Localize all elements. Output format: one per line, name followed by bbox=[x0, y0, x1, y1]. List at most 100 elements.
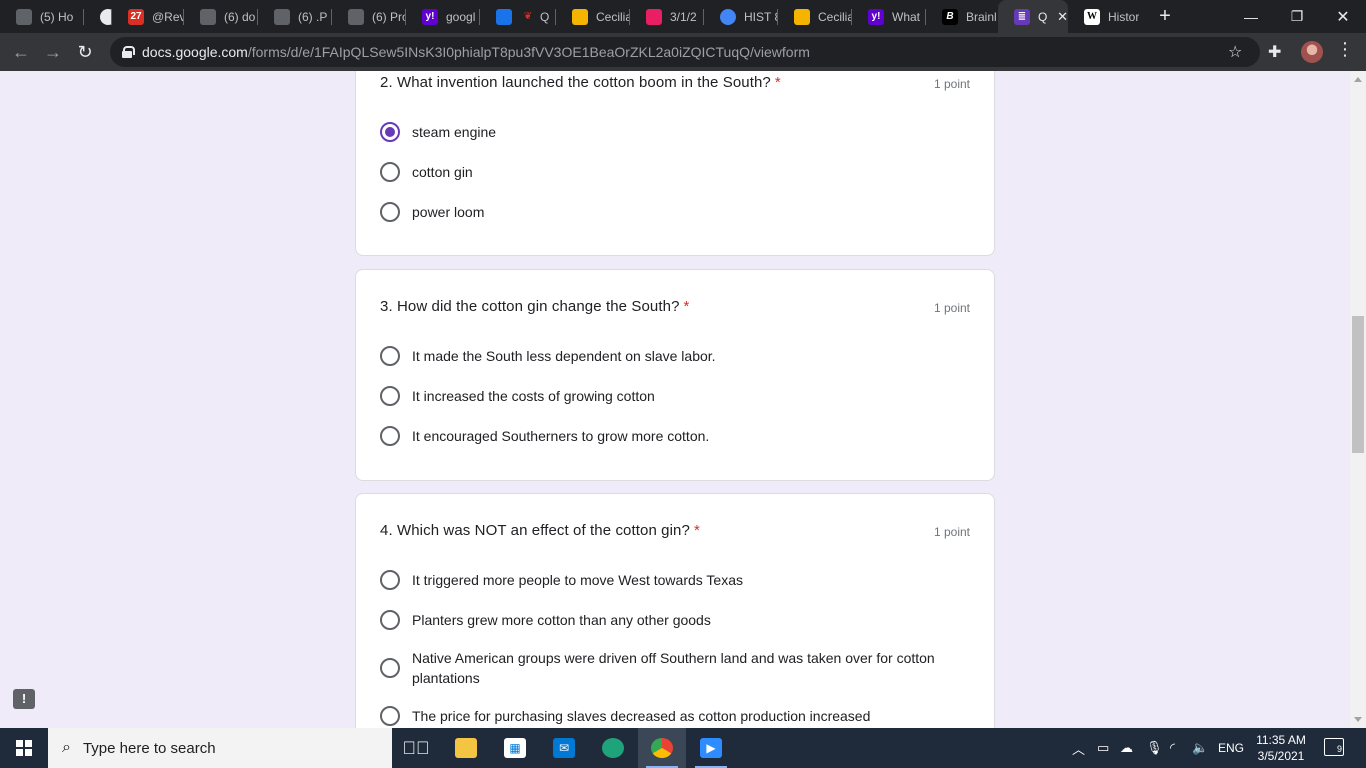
tab-15[interactable]: W Histor bbox=[1068, 0, 1144, 33]
close-icon[interactable]: ✕ bbox=[1057, 9, 1068, 25]
start-button[interactable] bbox=[0, 728, 48, 768]
extensions-puzzle-icon[interactable]: ✚ bbox=[1268, 42, 1281, 62]
doc-icon bbox=[348, 8, 364, 25]
radio-option[interactable]: steam engine bbox=[380, 122, 972, 142]
tab-7[interactable]: ❦ Q bbox=[480, 0, 556, 33]
radio-option[interactable]: Planters grew more cotton than any other… bbox=[380, 610, 972, 630]
radio-button[interactable] bbox=[380, 570, 400, 590]
user-icon bbox=[646, 8, 662, 25]
scrollbar-thumb[interactable] bbox=[1352, 316, 1364, 453]
mail-icon[interactable]: ✉ bbox=[540, 728, 588, 768]
radio-button[interactable] bbox=[380, 162, 400, 182]
url-host: docs.google.com bbox=[142, 44, 248, 60]
doc-icon bbox=[200, 8, 216, 25]
tab-12[interactable]: y! What bbox=[852, 0, 926, 33]
tab-title: Cecilia bbox=[596, 9, 630, 24]
tab-11[interactable]: Cecilia bbox=[778, 0, 852, 33]
question-title: 3. How did the cotton gin change the Sou… bbox=[380, 298, 689, 315]
close-window-icon[interactable]: ✕ bbox=[1320, 0, 1366, 33]
kebab-menu-icon[interactable]: ⋮ bbox=[1336, 39, 1354, 60]
forms-icon: ≣ bbox=[1014, 8, 1030, 25]
zoom-icon[interactable]: ▶ bbox=[687, 728, 735, 768]
slides-icon bbox=[572, 8, 588, 25]
tab-8[interactable]: Cecilia bbox=[556, 0, 630, 33]
radio-option[interactable]: It made the South less dependent on slav… bbox=[380, 346, 972, 366]
radio-option[interactable]: Native American groups were driven off S… bbox=[380, 648, 972, 688]
tab-title: (6) .P bbox=[298, 9, 328, 24]
radio-button[interactable] bbox=[380, 706, 400, 726]
radio-button-selected[interactable] bbox=[380, 122, 400, 142]
option-label: steam engine bbox=[412, 124, 497, 140]
radio-option[interactable]: power loom bbox=[380, 202, 972, 222]
task-view-icon[interactable]: ▯⃞ bbox=[392, 728, 440, 768]
chrome-icon[interactable] bbox=[638, 728, 686, 768]
bookmark-star-icon[interactable]: ☆ bbox=[1228, 42, 1242, 62]
radio-button[interactable] bbox=[380, 658, 400, 678]
question-card-3: 3. How did the cotton gin change the Sou… bbox=[355, 269, 995, 481]
option-label: It made the South less dependent on slav… bbox=[412, 348, 716, 364]
required-asterisk: * bbox=[774, 74, 781, 91]
required-asterisk: * bbox=[693, 522, 700, 539]
tab-title: (5) Ho bbox=[40, 9, 74, 24]
reload-icon[interactable]: ↻ bbox=[72, 39, 98, 65]
tab-title: HIST 8 bbox=[744, 9, 778, 24]
scroll-up-arrow-icon[interactable] bbox=[1354, 77, 1362, 82]
minimize-icon[interactable]: — bbox=[1228, 0, 1274, 33]
tab-13[interactable]: B Brainl bbox=[926, 0, 998, 33]
radio-option[interactable]: It triggered more people to move West to… bbox=[380, 570, 972, 590]
tab-14-active[interactable]: ≣ Q ✕ bbox=[998, 0, 1068, 33]
new-tab-plus-icon[interactable]: + bbox=[1154, 5, 1176, 27]
scroll-down-arrow-icon[interactable] bbox=[1354, 717, 1362, 722]
tab-4[interactable]: (6) .P bbox=[258, 0, 332, 33]
back-arrow-icon[interactable]: ← bbox=[8, 39, 34, 65]
tab-3[interactable]: (6) do bbox=[184, 0, 258, 33]
system-clock[interactable]: 11:35 AM 3/5/2021 bbox=[1250, 732, 1312, 764]
option-label: power loom bbox=[412, 204, 485, 220]
tab-10[interactable]: HIST 8 bbox=[704, 0, 778, 33]
radio-option[interactable]: cotton gin bbox=[380, 162, 972, 182]
tab-title: What bbox=[892, 9, 921, 24]
forward-arrow-icon[interactable]: → bbox=[40, 39, 66, 65]
windows-taskbar: ⌕ Type here to search ▯⃞ ▦ ✉ ▶ ︿ ▭ ☁ 🎙 ◜… bbox=[0, 728, 1366, 768]
restore-icon[interactable]: ❐ bbox=[1274, 0, 1320, 33]
microsoft-store-icon[interactable]: ▦ bbox=[491, 728, 539, 768]
file-explorer-icon[interactable] bbox=[442, 728, 490, 768]
taskbar-search-box[interactable]: ⌕ Type here to search bbox=[48, 728, 392, 768]
radio-option[interactable]: It increased the costs of growing cotton bbox=[380, 386, 972, 406]
tab-5[interactable]: (6) Pro bbox=[332, 0, 406, 33]
radio-button[interactable] bbox=[380, 426, 400, 446]
profile-avatar[interactable] bbox=[1301, 41, 1323, 63]
tab-0[interactable]: (5) Ho bbox=[0, 0, 84, 33]
address-bar[interactable]: docs.google.com/forms/d/e/1FAIpQLSew5INs… bbox=[110, 37, 1260, 67]
yahoo-icon: y! bbox=[422, 8, 438, 25]
radio-button[interactable] bbox=[380, 202, 400, 222]
tray-chevron-icon[interactable]: ︿ bbox=[1072, 728, 1085, 768]
tab-2[interactable]: 27 @Rev bbox=[112, 0, 184, 33]
wifi-icon[interactable]: ◜ bbox=[1170, 728, 1175, 768]
chili-icon: ❦ bbox=[523, 11, 533, 22]
battery-icon[interactable]: ▭ bbox=[1097, 728, 1109, 768]
option-label: It encouraged Southerners to grow more c… bbox=[412, 428, 710, 444]
volume-icon[interactable]: 🔈 bbox=[1192, 728, 1208, 768]
question-title: 4. Which was NOT an effect of the cotton… bbox=[380, 522, 700, 539]
report-feedback-icon[interactable]: ! bbox=[13, 689, 35, 709]
tab-1[interactable] bbox=[84, 0, 112, 33]
microphone-icon[interactable]: 🎙 bbox=[1146, 728, 1163, 768]
radio-option[interactable]: The price for purchasing slaves decrease… bbox=[380, 706, 972, 726]
tab-6[interactable]: y! googl bbox=[406, 0, 480, 33]
option-label: cotton gin bbox=[412, 164, 473, 180]
onedrive-cloud-icon[interactable]: ☁ bbox=[1120, 728, 1133, 768]
radio-button[interactable] bbox=[380, 386, 400, 406]
radio-button[interactable] bbox=[380, 346, 400, 366]
tab-title: Histor bbox=[1108, 9, 1140, 24]
page-scrollbar[interactable] bbox=[1350, 71, 1366, 728]
notification-center-icon[interactable]: 9 bbox=[1324, 738, 1344, 756]
language-indicator[interactable]: ENG bbox=[1218, 728, 1244, 768]
tab-9[interactable]: 3/1/2 bbox=[630, 0, 704, 33]
yahoo-icon: y! bbox=[868, 8, 884, 25]
radio-option[interactable]: It encouraged Southerners to grow more c… bbox=[380, 426, 972, 446]
question-card-2: 2. What invention launched the cotton bo… bbox=[355, 71, 995, 256]
doc-icon bbox=[16, 8, 32, 25]
edge-icon[interactable] bbox=[589, 728, 637, 768]
radio-button[interactable] bbox=[380, 610, 400, 630]
